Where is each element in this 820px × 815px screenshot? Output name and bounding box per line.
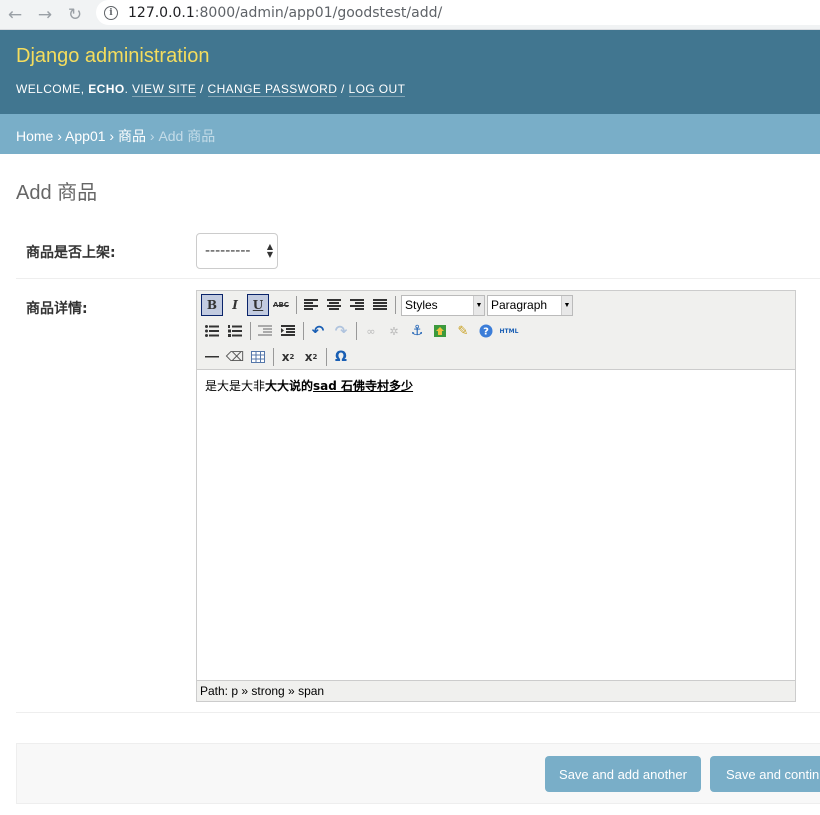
image-icon[interactable] <box>429 320 451 342</box>
horizontal-rule-icon[interactable] <box>201 346 223 368</box>
superscript-icon[interactable]: x2 <box>300 346 322 368</box>
rich-text-editor: B I U ABC Styles ▼ Paragraph ▼ ↶ ↷ ∞ ✲ ⚓… <box>196 290 796 702</box>
editor-statusbar: Path: p » strong » span <box>197 680 795 701</box>
admin-header: Django administration WELCOME, ECHO. VIE… <box>0 30 820 114</box>
editor-toolbar: B I U ABC Styles ▼ Paragraph ▼ ↶ ↷ ∞ ✲ ⚓… <box>197 291 795 370</box>
styles-dropdown[interactable]: Styles ▼ <box>401 294 485 316</box>
underline-icon[interactable]: U <box>247 294 269 316</box>
back-icon[interactable]: ← <box>0 0 30 30</box>
save-and-continue-button[interactable]: Save and continue editing <box>710 756 820 792</box>
bold-icon[interactable]: B <box>201 294 223 316</box>
align-left-icon[interactable] <box>300 294 322 316</box>
visual-aid-icon[interactable] <box>247 346 269 368</box>
breadcrumb-app[interactable]: App01 <box>65 128 105 144</box>
align-center-icon[interactable] <box>323 294 345 316</box>
log-out-link[interactable]: LOG OUT <box>348 82 406 97</box>
user-tools: WELCOME, ECHO. VIEW SITE / CHANGE PASSWO… <box>16 82 406 97</box>
browser-toolbar: ← → ↻ i 127.0.0.1:8000/admin/app01/goods… <box>0 0 820 30</box>
submit-row: Save and add another Save and continue e… <box>16 743 820 804</box>
bullet-list-icon[interactable] <box>201 320 223 342</box>
details-label: 商品详情: <box>26 301 88 317</box>
strikethrough-icon[interactable]: ABC <box>270 294 292 316</box>
info-icon[interactable]: i <box>104 5 118 20</box>
dropdown-arrow-icon: ▼ <box>473 295 484 315</box>
breadcrumb-model[interactable]: 商品 <box>118 128 146 144</box>
unlink-icon[interactable]: ✲ <box>383 320 405 342</box>
save-and-add-another-button[interactable]: Save and add another <box>545 756 701 792</box>
indent-icon[interactable] <box>277 320 299 342</box>
link-icon[interactable]: ∞ <box>360 320 382 342</box>
url-host: 127.0.0.1 <box>128 4 195 21</box>
site-title[interactable]: Django administration <box>16 45 209 68</box>
cleanup-icon[interactable]: ✎ <box>452 320 474 342</box>
italic-icon[interactable]: I <box>224 294 246 316</box>
remove-format-icon[interactable]: ⌫ <box>224 346 246 368</box>
undo-icon[interactable]: ↶ <box>307 320 329 342</box>
forward-icon[interactable]: → <box>30 0 60 30</box>
dropdown-arrow-icon: ▼ <box>561 295 572 315</box>
reload-icon[interactable]: ↻ <box>60 0 90 30</box>
justify-icon[interactable] <box>369 294 391 316</box>
breadcrumb-current: Add 商品 <box>158 128 216 144</box>
username: ECHO <box>88 82 125 96</box>
subscript-icon[interactable]: x2 <box>277 346 299 368</box>
format-dropdown-label: Paragraph <box>491 298 548 312</box>
breadcrumb-home[interactable]: Home <box>16 128 53 144</box>
content-underline-text: sad 石佛寺村多少 <box>313 379 414 393</box>
on-sale-select[interactable]: --------- ▲ ▼ <box>196 233 278 269</box>
select-arrows-icon: ▲ ▼ <box>266 242 273 259</box>
html-source-icon[interactable]: HTML <box>498 320 520 342</box>
form-divider <box>16 712 820 713</box>
content-plain-text: 是大是大非 <box>205 379 266 393</box>
editor-content[interactable]: 是大是大非大大说的sad 石佛寺村多少 <box>205 377 413 394</box>
change-password-link[interactable]: CHANGE PASSWORD <box>207 82 338 97</box>
format-dropdown[interactable]: Paragraph ▼ <box>487 294 573 316</box>
align-right-icon[interactable] <box>346 294 368 316</box>
help-icon[interactable]: ? <box>475 320 497 342</box>
styles-dropdown-label: Styles <box>405 298 438 312</box>
numbered-list-icon[interactable] <box>224 320 246 342</box>
redo-icon[interactable]: ↷ <box>330 320 352 342</box>
view-site-link[interactable]: VIEW SITE <box>132 82 197 97</box>
url-path: :8000/admin/app01/goodstest/add/ <box>194 4 443 21</box>
breadcrumb: Home › App01 › 商品 › Add 商品 <box>0 114 820 154</box>
address-bar[interactable]: i 127.0.0.1:8000/admin/app01/goodstest/a… <box>96 0 820 25</box>
special-char-icon[interactable]: Ω <box>330 346 352 368</box>
outdent-icon[interactable] <box>254 320 276 342</box>
on-sale-select-value: --------- <box>205 243 251 259</box>
form-row-on-sale: 商品是否上架: --------- ▲ ▼ <box>16 220 820 279</box>
welcome-text: WELCOME, <box>16 82 85 96</box>
page-title: Add 商品 <box>16 182 98 204</box>
anchor-icon[interactable]: ⚓ <box>406 320 428 342</box>
on-sale-label: 商品是否上架: <box>26 245 116 261</box>
content-bold-text: 大大说的 <box>265 379 314 393</box>
svg-text:?: ? <box>483 327 489 338</box>
